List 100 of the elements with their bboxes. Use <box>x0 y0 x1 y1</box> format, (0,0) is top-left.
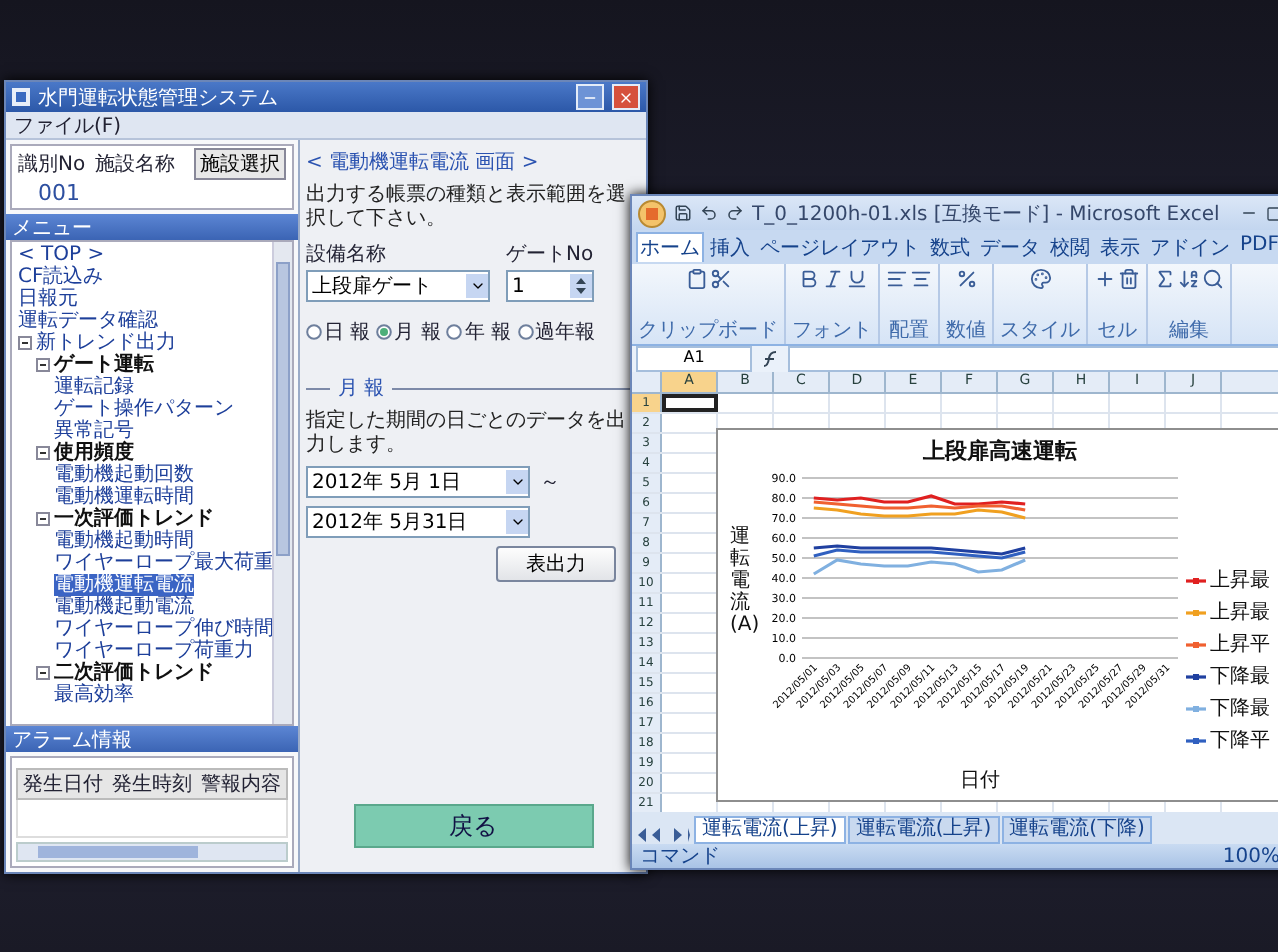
scissors-icon[interactable] <box>709 268 731 290</box>
field-label: 設備名称 <box>306 241 388 268</box>
sheet-tab[interactable]: 運転電流(上昇) <box>847 816 1000 844</box>
function-icon[interactable] <box>760 350 780 368</box>
column-header: 施設名称 <box>95 151 176 178</box>
tree-item[interactable]: 日報元 <box>18 288 78 310</box>
search-icon[interactable] <box>1202 268 1224 290</box>
sheet-navigation-icon[interactable] <box>636 826 692 844</box>
report-type-radio[interactable]: 年 報 <box>446 318 512 346</box>
tree-item[interactable]: 運転記録 <box>54 376 134 398</box>
ribbon-group-label: 数値 <box>946 318 986 344</box>
tree-item[interactable]: 使用頻度 <box>54 442 134 464</box>
ribbon-group-label: セル <box>1097 318 1137 344</box>
tree-item[interactable]: 一次評価トレンド <box>54 508 214 530</box>
ribbon-tab[interactable]: 挿入 <box>706 232 754 262</box>
back-button[interactable]: 戻る <box>353 804 593 848</box>
bold-icon[interactable] <box>797 268 819 290</box>
gate-number-spinner[interactable]: 1 <box>506 270 594 302</box>
tree-item[interactable]: 電動機運転電流 <box>54 574 194 596</box>
instruction-text: 出力する帳票の種類と表示範囲を選択して下さい。 <box>306 184 628 232</box>
tree-item[interactable]: 異常記号 <box>54 420 134 442</box>
sheet-tab[interactable]: 運転電流(下降) <box>1001 816 1153 844</box>
column-header: 発生日付 <box>20 771 105 798</box>
tree-item[interactable]: ゲート運転 <box>54 354 154 376</box>
menu-header: メニュー <box>6 214 298 240</box>
sigma-icon[interactable] <box>1154 268 1176 290</box>
sheet-tab[interactable]: 運転電流(上昇) <box>694 816 846 844</box>
collapse-icon[interactable] <box>36 358 50 372</box>
tree-item[interactable]: CF読込み <box>18 266 104 288</box>
tree-item[interactable]: 二次評価トレンド <box>54 662 214 684</box>
caret-icon <box>509 474 525 490</box>
legend-line-icon <box>1186 575 1206 585</box>
equipment-select[interactable]: 上段扉ゲート <box>306 270 490 302</box>
tree-item[interactable]: ワイヤーロープ最大荷重 <box>54 552 274 574</box>
tree-item[interactable]: ゲート操作パターン <box>54 398 234 420</box>
trash-icon[interactable] <box>1118 268 1140 290</box>
collapse-icon[interactable] <box>36 666 50 680</box>
minimize-button[interactable] <box>576 84 604 110</box>
window-title: 水門運転状態管理システム <box>38 85 280 111</box>
status-text: コマンド <box>640 844 720 868</box>
ribbon-tab[interactable]: 表示 <box>1096 232 1144 262</box>
report-type-radio[interactable]: 日 報 <box>306 318 371 346</box>
active-cell[interactable] <box>662 394 718 412</box>
align-left-icon[interactable] <box>886 268 908 290</box>
name-box[interactable]: A1 <box>636 346 752 372</box>
tree-item[interactable]: ワイヤーロープ荷重力 <box>54 640 254 662</box>
ribbon-tab[interactable]: PDF <box>1236 232 1278 262</box>
column-header: 発生時刻 <box>109 771 194 798</box>
collapse-icon[interactable] <box>18 336 32 350</box>
scrollbar[interactable] <box>16 842 288 862</box>
legend-label: 上昇最 <box>1210 567 1270 594</box>
legend-label: 下降平 <box>1210 728 1270 754</box>
facility-select-button[interactable]: 施設選択 <box>194 148 286 180</box>
tree-item[interactable]: 最高効率 <box>54 684 134 706</box>
sort-icon[interactable] <box>1178 268 1200 290</box>
ribbon-tab[interactable]: データ <box>976 232 1044 262</box>
ribbon-tab[interactable]: 数式 <box>926 232 974 262</box>
report-type-radio[interactable]: 過年報 <box>517 318 596 346</box>
output-button[interactable]: 表出力 <box>496 546 616 582</box>
tree-item[interactable]: 電動機運転時間 <box>54 486 194 508</box>
range-sign: ～ <box>540 470 560 496</box>
close-button[interactable] <box>612 84 640 110</box>
legend-label: 下降最 <box>1210 696 1270 722</box>
collapse-icon[interactable] <box>36 512 50 526</box>
ribbon-tab[interactable]: ページレイアウト <box>756 232 924 262</box>
ribbon-tab[interactable]: アドイン <box>1146 232 1234 262</box>
percent-icon[interactable] <box>955 268 977 290</box>
x-axis-label: 日付 <box>960 768 1000 794</box>
align-center-icon[interactable] <box>910 268 932 290</box>
column-header: 警報内容 <box>199 771 284 798</box>
tree-item[interactable]: 運転データ確認 <box>18 310 158 332</box>
tree-item[interactable]: 新トレンド出力 <box>36 332 176 354</box>
plus-icon[interactable] <box>1094 268 1116 290</box>
tree-item[interactable]: < TOP > <box>18 244 105 266</box>
ribbon-tab[interactable]: ホーム <box>636 232 704 262</box>
legend-label: 上昇最 <box>1210 599 1270 626</box>
redo-icon[interactable] <box>726 204 744 222</box>
clipboard-icon[interactable] <box>685 268 707 290</box>
menu-item[interactable]: ファイル(F) <box>14 111 122 139</box>
save-icon[interactable] <box>674 204 692 222</box>
section-title: 月 報 <box>338 375 385 402</box>
tree-item[interactable]: 電動機起動回数 <box>54 464 194 486</box>
tree-item[interactable]: ワイヤーロープ伸び時間 <box>54 618 274 640</box>
ribbon-group-label: フォント <box>792 318 872 344</box>
undo-icon[interactable] <box>700 204 718 222</box>
end-date-select[interactable]: 2012年 5月31日 <box>306 506 530 538</box>
ribbon-tab[interactable]: 校閲 <box>1046 232 1094 262</box>
scrollbar[interactable] <box>272 242 292 724</box>
underline-icon[interactable] <box>845 268 867 290</box>
italic-icon[interactable] <box>821 268 843 290</box>
tree-item[interactable]: 電動機起動時間 <box>54 530 194 552</box>
maximize-icon[interactable] <box>1266 205 1278 221</box>
start-date-select[interactable]: 2012年 5月 1日 <box>306 466 530 498</box>
tree-item[interactable]: 電動機起動電流 <box>54 596 194 618</box>
report-type-radio[interactable]: 月 報 <box>376 318 441 346</box>
palette-icon[interactable] <box>1029 268 1051 290</box>
formula-field[interactable] <box>788 346 1278 372</box>
close-icon <box>618 89 634 105</box>
facility-id: 001 <box>36 180 82 206</box>
collapse-icon[interactable] <box>36 446 50 460</box>
